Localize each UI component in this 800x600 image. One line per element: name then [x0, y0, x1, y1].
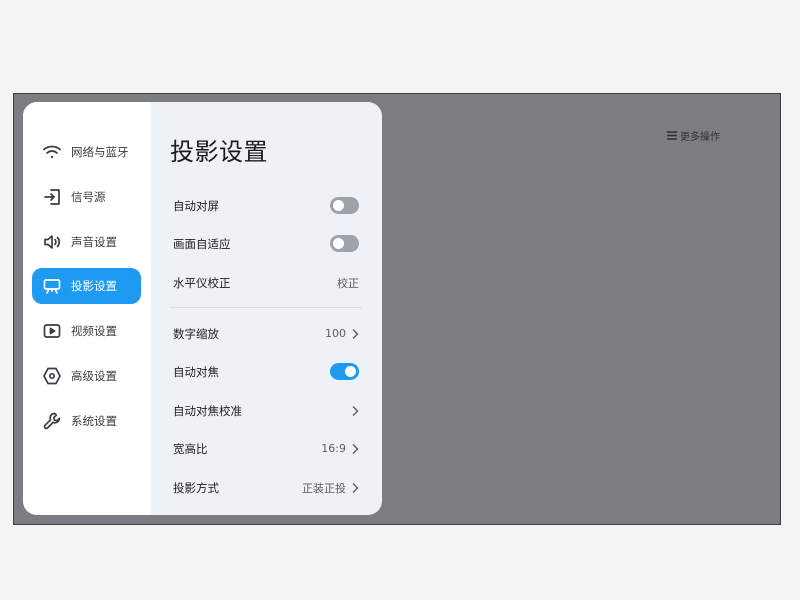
sidebar-item-label: 系统设置 [71, 414, 117, 428]
row-aspect-ratio[interactable]: 宽高比 16:9 [162, 430, 360, 467]
projection-screen: 更多操作 网络与蓝牙 信号源 声音设置 投影设置 视频设置 高级设置 系统设置 … [13, 93, 781, 525]
row-label: 画面自适应 [173, 236, 231, 251]
row-label: 自动对焦校准 [173, 403, 242, 418]
speaker-icon [42, 232, 62, 252]
sidebar-item-advanced[interactable]: 高级设置 [32, 358, 141, 394]
chevron-right-icon [351, 405, 359, 417]
projector-icon [42, 276, 62, 296]
row-value: 正装正投 [302, 481, 346, 495]
row-value: 16:9 [321, 442, 346, 455]
row-autofocus-calibration[interactable]: 自动对焦校准 [162, 392, 360, 429]
row-label: 投影方式 [173, 480, 219, 495]
input-source-icon [42, 187, 62, 207]
row-digital-zoom[interactable]: 数字缩放 100 [162, 315, 360, 352]
sidebar-item-projection[interactable]: 投影设置 [32, 268, 141, 304]
wifi-icon [42, 142, 62, 162]
autofocus-toggle[interactable] [330, 363, 359, 380]
row-label: 宽高比 [173, 441, 208, 456]
row-label: 数字缩放 [173, 326, 219, 341]
settings-panel: 网络与蓝牙 信号源 声音设置 投影设置 视频设置 高级设置 系统设置 投影设置 … [23, 102, 382, 515]
sidebar-item-label: 信号源 [71, 190, 106, 204]
row-value: 100 [325, 327, 346, 340]
row-picture-adaptive[interactable]: 画面自适应 [162, 225, 360, 262]
picture-adaptive-toggle[interactable] [330, 235, 359, 252]
sidebar-item-label: 网络与蓝牙 [71, 145, 129, 159]
video-icon [42, 321, 62, 341]
menu-icon [666, 130, 678, 141]
row-level-calibration[interactable]: 水平仪校正 校正 [162, 264, 360, 301]
sidebar-item-video[interactable]: 视频设置 [32, 313, 141, 349]
page-title: 投影设置 [170, 138, 268, 166]
row-label: 水平仪校正 [173, 275, 231, 290]
sidebar-item-signal-source[interactable]: 信号源 [32, 179, 141, 215]
calibrate-button[interactable]: 校正 [337, 275, 359, 291]
row-projection-mode[interactable]: 投影方式 正装正投 [162, 469, 360, 506]
settings-sidebar: 网络与蓝牙 信号源 声音设置 投影设置 视频设置 高级设置 系统设置 [23, 102, 151, 515]
section-divider [170, 307, 362, 308]
more-operations-label: 更多操作 [680, 132, 720, 143]
chevron-right-icon [351, 482, 359, 494]
sidebar-item-label: 高级设置 [71, 369, 117, 383]
settings-content: 投影设置 自动对屏 画面自适应 水平仪校正 校正 数字缩放 100 自动对焦 自… [151, 102, 382, 515]
row-autofocus[interactable]: 自动对焦 [162, 353, 360, 390]
row-auto-screen-align[interactable]: 自动对屏 [162, 187, 360, 224]
sidebar-item-label: 投影设置 [71, 279, 117, 293]
sidebar-item-label: 声音设置 [71, 235, 117, 249]
more-operations-button[interactable]: 更多操作 [666, 128, 720, 143]
sidebar-item-sound[interactable]: 声音设置 [32, 224, 141, 260]
wrench-icon [42, 411, 62, 431]
sidebar-item-system[interactable]: 系统设置 [32, 403, 141, 439]
row-label: 自动对屏 [173, 198, 219, 213]
hexagon-settings-icon [42, 366, 62, 386]
row-label: 自动对焦 [173, 364, 219, 379]
sidebar-item-label: 视频设置 [71, 324, 117, 338]
sidebar-item-network-bluetooth[interactable]: 网络与蓝牙 [32, 134, 141, 170]
chevron-right-icon [351, 443, 359, 455]
chevron-right-icon [351, 328, 359, 340]
auto-screen-align-toggle[interactable] [330, 197, 359, 214]
